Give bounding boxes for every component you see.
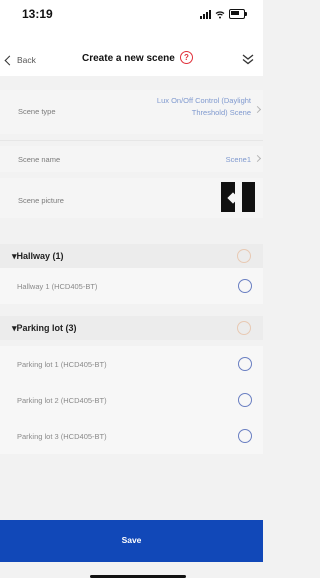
save-button[interactable]: Save [0, 520, 263, 562]
scene-name-label: Scene name [18, 155, 61, 164]
radio-icon[interactable] [237, 249, 251, 263]
save-label: Save [121, 535, 142, 545]
scene-type-value-line2: Threshold) Scene [191, 108, 251, 117]
header-spacer [0, 26, 263, 44]
scene-picture-label: Scene picture [18, 196, 64, 205]
screen: 13:19 Back Create a new scene ? Scene ty… [0, 0, 263, 578]
group-header-parking-lot[interactable]: ▾Parking lot (3) [0, 316, 263, 340]
chevron-right-icon [253, 105, 262, 114]
page-title: Create a new scene [82, 53, 175, 64]
back-label: Back [17, 55, 36, 65]
back-button[interactable]: Back [4, 50, 36, 70]
device-row[interactable]: Parking lot 2 (HCD405-BT) [0, 382, 263, 418]
scene-type-label: Scene type [18, 107, 56, 116]
scene-name-row[interactable]: Scene name Scene1 [0, 146, 263, 172]
scene-type-row[interactable]: Scene type Lux On/Off Control (Daylight … [0, 90, 263, 134]
device-row[interactable]: Parking lot 1 (HCD405-BT) [0, 346, 263, 382]
scene-type-value-line1: Lux On/Off Control (Daylight [156, 96, 251, 105]
status-bar: 13:19 [0, 0, 263, 26]
status-icons [200, 8, 247, 20]
chevron-left-icon [4, 55, 15, 65]
device-row[interactable]: Parking lot 3 (HCD405-BT) [0, 418, 263, 454]
battery-icon [229, 9, 247, 19]
radio-icon[interactable] [238, 357, 252, 371]
device-label: Parking lot 2 (HCD405-BT) [17, 396, 107, 405]
status-time: 13:19 [22, 7, 53, 21]
help-icon[interactable]: ? [180, 51, 193, 64]
device-label: Parking lot 1 (HCD405-BT) [17, 360, 107, 369]
radio-icon[interactable] [238, 393, 252, 407]
divider [0, 140, 263, 141]
radio-icon[interactable] [238, 429, 252, 443]
wifi-icon [215, 10, 225, 18]
radio-icon[interactable] [238, 279, 252, 293]
scene-picture-thumbnail[interactable] [221, 182, 255, 212]
group-header-hallway[interactable]: ▾Hallway (1) [0, 244, 263, 268]
collapse-chevrons-icon[interactable] [241, 52, 255, 66]
group-title: ▾Parking lot (3) [12, 323, 77, 333]
device-label: Hallway 1 (HCD405-BT) [17, 282, 98, 291]
radio-icon[interactable] [237, 321, 251, 335]
scene-name-value: Scene1 [225, 155, 251, 164]
device-row[interactable]: Hallway 1 (HCD405-BT) [0, 268, 263, 304]
nav-bar: Back Create a new scene ? [0, 44, 263, 76]
bottom-area [0, 562, 263, 578]
signal-icon [200, 9, 211, 19]
group-title: ▾Hallway (1) [12, 251, 64, 261]
device-label: Parking lot 3 (HCD405-BT) [17, 432, 107, 441]
chevron-right-icon [253, 154, 262, 163]
